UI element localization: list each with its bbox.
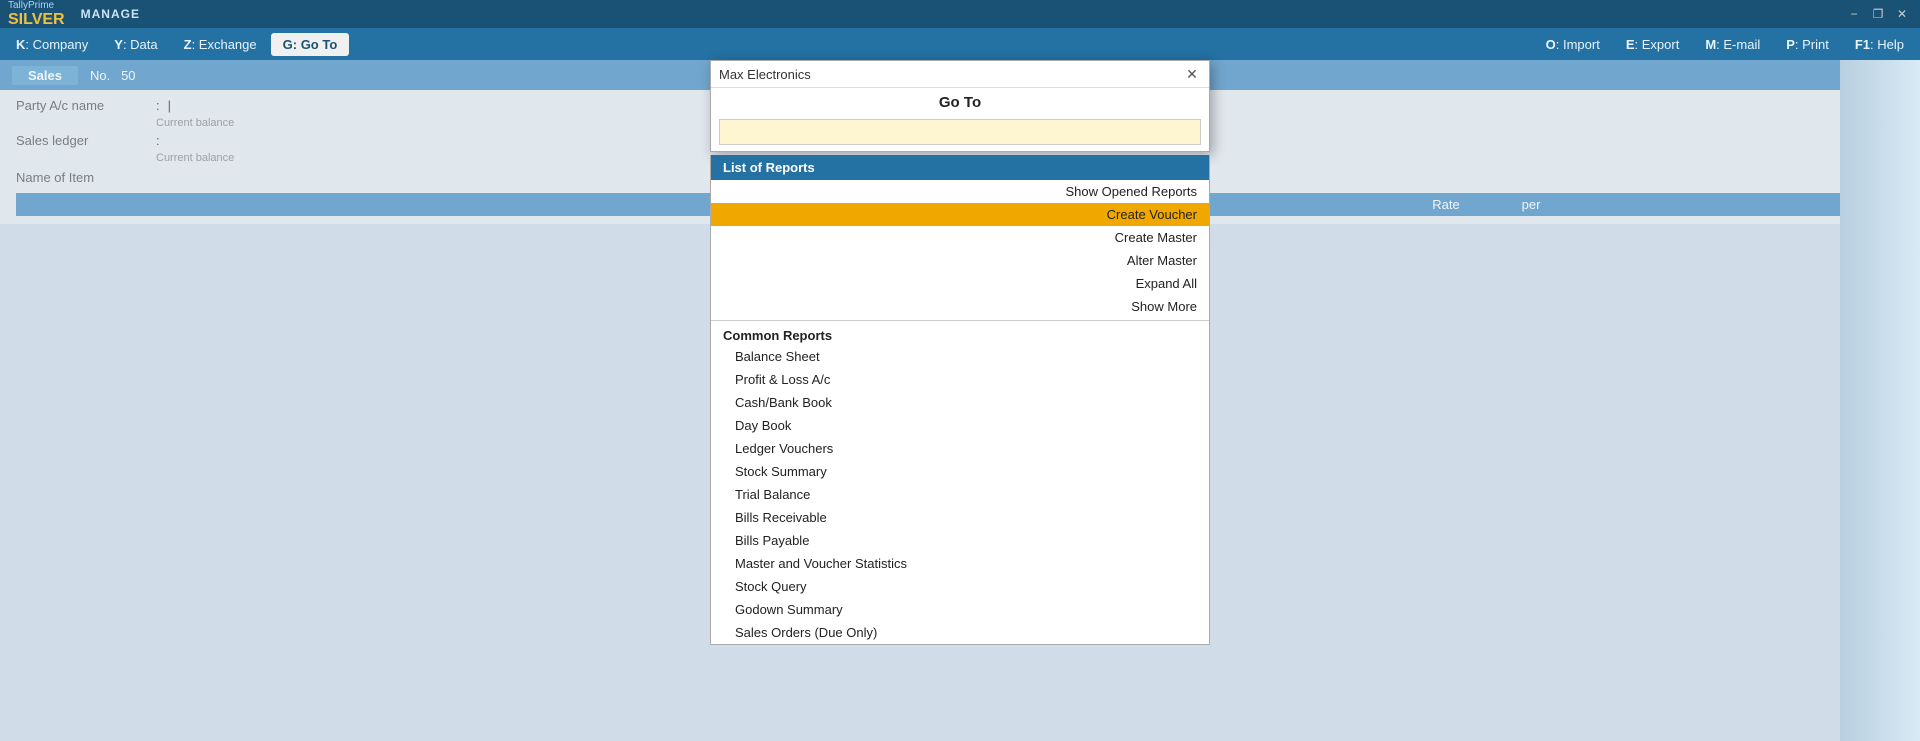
list-item-sales-orders[interactable]: Sales Orders (Due Only) [711, 621, 1209, 644]
dialog-close-button[interactable]: ✕ [1183, 65, 1201, 83]
common-reports-header: Common Reports [711, 323, 1209, 345]
title-bar: TallyPrime SILVER MANAGE − ❐ ✕ [0, 0, 1920, 28]
window-controls: − ❐ ✕ [1844, 6, 1912, 22]
menu-export[interactable]: E: Export [1614, 33, 1691, 56]
dialog-company-name: Max Electronics [719, 67, 811, 82]
list-item-day-book[interactable]: Day Book [711, 414, 1209, 437]
app-name-top: TallyPrime [8, 0, 65, 11]
list-item-godown-summary[interactable]: Godown Summary [711, 598, 1209, 621]
list-item-ledger-vouchers[interactable]: Ledger Vouchers [711, 437, 1209, 460]
list-divider [711, 320, 1209, 321]
form-no: No. 50 [90, 68, 136, 83]
app-name-bottom: SILVER [8, 11, 65, 29]
list-of-reports-panel: List of Reports Show Opened Reports Crea… [710, 155, 1210, 645]
menu-data[interactable]: Y: Data [102, 33, 169, 56]
menu-exchange[interactable]: Z: Exchange [172, 33, 269, 56]
list-item-balance-sheet[interactable]: Balance Sheet [711, 345, 1209, 368]
list-item-create-master[interactable]: Create Master [711, 226, 1209, 249]
menu-import[interactable]: O: Import [1534, 33, 1612, 56]
dialog-heading: Go To [711, 88, 1209, 115]
right-panel [1840, 60, 1920, 741]
search-input-wrap [711, 115, 1209, 151]
main-content: Sales No. 50 17-Mar-20 Tuesday Party A/c… [0, 60, 1920, 741]
list-item-profit-loss[interactable]: Profit & Loss A/c [711, 368, 1209, 391]
list-item-bills-receivable[interactable]: Bills Receivable [711, 506, 1209, 529]
menu-help[interactable]: F1: Help [1843, 33, 1916, 56]
list-header: List of Reports [711, 155, 1209, 180]
list-item-master-voucher-stats[interactable]: Master and Voucher Statistics [711, 552, 1209, 575]
goto-dialog: Max Electronics ✕ Go To [710, 60, 1210, 152]
menu-goto[interactable]: G: Go To [271, 33, 350, 56]
menu-company[interactable]: K: Company [4, 33, 100, 56]
list-item-stock-summary[interactable]: Stock Summary [711, 460, 1209, 483]
list-item-show-more[interactable]: Show More [711, 295, 1209, 318]
app-logo: TallyPrime SILVER [8, 0, 65, 28]
manage-label: MANAGE [81, 7, 140, 21]
list-item-show-opened[interactable]: Show Opened Reports [711, 180, 1209, 203]
menu-email[interactable]: M: E-mail [1693, 33, 1772, 56]
maximize-button[interactable]: ❐ [1868, 6, 1888, 22]
list-item-bills-payable[interactable]: Bills Payable [711, 529, 1209, 552]
list-item-expand-all[interactable]: Expand All [711, 272, 1209, 295]
list-item-alter-master[interactable]: Alter Master [711, 249, 1209, 272]
menu-print[interactable]: P: Print [1774, 33, 1841, 56]
title-bar-left: TallyPrime SILVER MANAGE [8, 0, 140, 28]
close-button[interactable]: ✕ [1892, 6, 1912, 22]
goto-search-input[interactable] [719, 119, 1201, 145]
menu-bar: K: Company Y: Data Z: Exchange G: Go To … [0, 28, 1920, 60]
minimize-button[interactable]: − [1844, 6, 1864, 22]
list-item-stock-query[interactable]: Stock Query [711, 575, 1209, 598]
dialog-titlebar: Max Electronics ✕ [711, 61, 1209, 88]
form-title: Sales [12, 66, 78, 85]
list-item-create-voucher[interactable]: Create Voucher [711, 203, 1209, 226]
list-item-trial-balance[interactable]: Trial Balance [711, 483, 1209, 506]
list-item-cash-bank-book[interactable]: Cash/Bank Book [711, 391, 1209, 414]
